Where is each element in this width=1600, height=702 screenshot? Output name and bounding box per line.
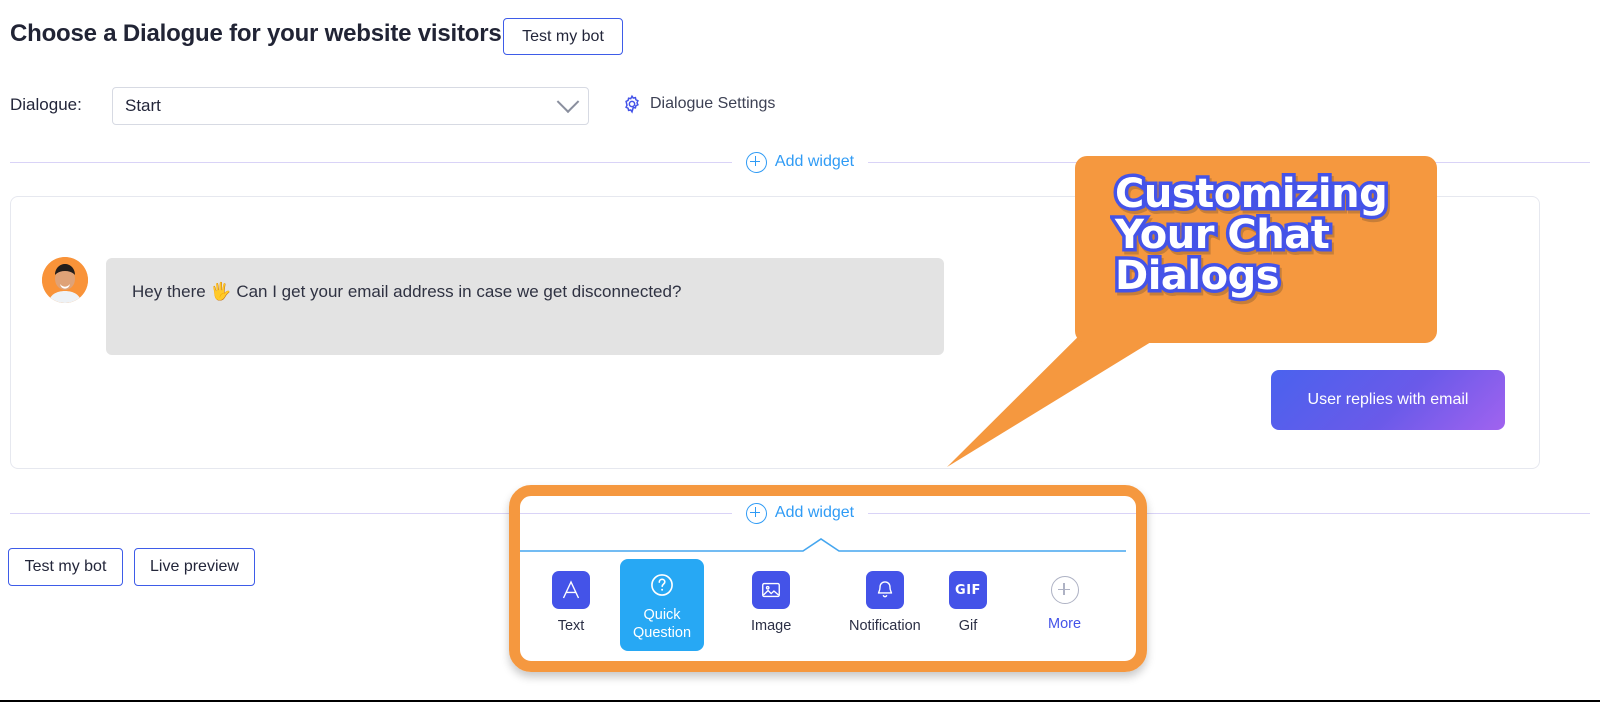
widget-tile-image[interactable]: Image xyxy=(751,571,791,635)
gear-icon xyxy=(625,94,639,114)
annotation-line-1: Customizing xyxy=(1112,170,1392,218)
widget-tile-notification[interactable]: Notification xyxy=(849,571,921,635)
widget-tile-label-notification: Notification xyxy=(849,618,921,634)
question-mark-circle-icon xyxy=(647,570,677,600)
dialogue-settings-label: Dialogue Settings xyxy=(650,95,776,112)
gif-icon: GIF xyxy=(949,571,987,609)
bot-message-text: Hey there 🖐 Can I get your email address… xyxy=(132,282,682,301)
dialogue-select[interactable]: Start xyxy=(112,87,589,125)
divider-line-left-2 xyxy=(10,512,732,514)
widget-tile-more[interactable]: More xyxy=(1048,571,1081,633)
bot-message-bubble: Hey there 🖐 Can I get your email address… xyxy=(106,258,944,355)
widget-tile-label-gif: Gif xyxy=(958,618,978,634)
widget-tile-label-image: Image xyxy=(751,618,792,634)
page-title: Choose a Dialogue for your website visit… xyxy=(10,20,502,47)
dialogue-select-value: Start xyxy=(125,96,161,115)
gif-glyph: GIF xyxy=(955,582,981,598)
widget-tile-gif[interactable]: GIF Gif xyxy=(949,571,987,635)
widget-tile-text[interactable]: Text xyxy=(552,571,590,635)
widget-tile-label-text: Text xyxy=(557,618,585,634)
circle-plus-icon xyxy=(745,502,767,524)
bell-icon xyxy=(865,571,904,609)
widget-tile-quick-question[interactable]: Quick Question xyxy=(620,559,705,652)
circle-plus-icon xyxy=(1050,576,1079,604)
annotation-text: Customizing Your Chat Dialogs xyxy=(1112,170,1411,301)
annotation-line-2: Your Chat xyxy=(1112,211,1334,259)
avatar xyxy=(42,257,88,303)
user-reply-bubble[interactable]: User replies with email xyxy=(1271,370,1505,430)
add-widget-divider-bottom: Add widget xyxy=(10,501,1591,525)
chevron-down-icon xyxy=(556,90,580,114)
dialogue-settings-link[interactable]: Dialogue Settings xyxy=(622,94,775,114)
divider-line-left xyxy=(10,161,732,163)
widget-picker-tiles: Text Quick Question Image Notification G… xyxy=(520,559,1120,661)
add-widget-button-bottom[interactable]: Add widget xyxy=(732,502,868,524)
widget-tile-label-more: More xyxy=(1048,616,1082,632)
divider-line-right-2 xyxy=(868,512,1591,514)
annotation-line-3: Dialogs xyxy=(1112,252,1284,300)
test-my-bot-button-bottom[interactable]: Test my bot xyxy=(8,548,123,586)
test-my-bot-button-top[interactable]: Test my bot xyxy=(503,18,623,55)
widget-tile-label-quick-question: Quick Question xyxy=(633,607,692,642)
add-widget-label-2: Add widget xyxy=(774,504,855,521)
circle-plus-icon xyxy=(745,151,767,173)
avatar-photo-icon xyxy=(42,257,88,303)
image-icon xyxy=(752,571,791,609)
live-preview-button[interactable]: Live preview xyxy=(134,548,255,586)
dialogue-label: Dialogue: xyxy=(10,95,82,114)
add-widget-button-top[interactable]: Add widget xyxy=(732,151,868,173)
letter-a-icon xyxy=(552,571,590,609)
add-widget-label: Add widget xyxy=(774,153,855,170)
widget-picker-connector xyxy=(516,538,1126,552)
annotation-callout: Customizing Your Chat Dialogs xyxy=(1075,156,1437,343)
